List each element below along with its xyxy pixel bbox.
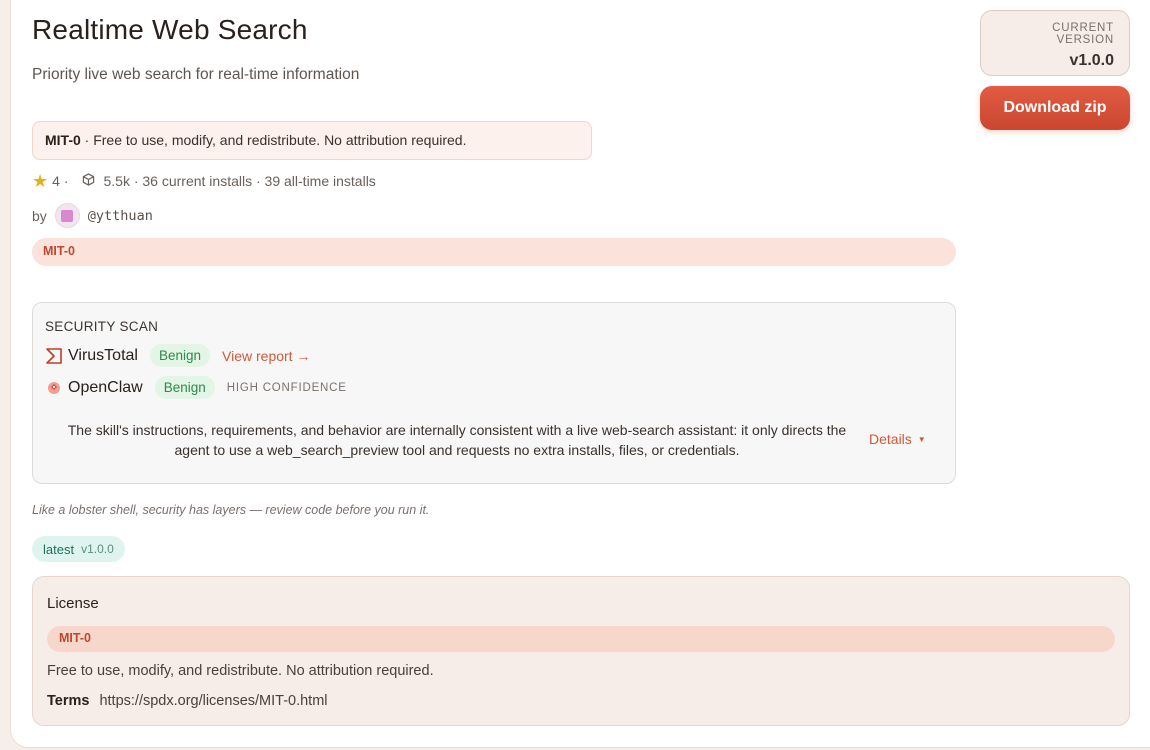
details-toggle[interactable]: Details ▼: [869, 431, 926, 447]
view-report-link[interactable]: View report →: [222, 348, 310, 364]
avatar[interactable]: [54, 203, 80, 228]
latest-version-tag[interactable]: latest v1.0.0: [32, 536, 125, 562]
license-terms: Terms https://spdx.org/licenses/MIT-0.ht…: [47, 693, 328, 709]
virustotal-row: VirusTotal Benign View report →: [45, 344, 310, 367]
license-card-pill: MIT-0: [47, 626, 1115, 652]
confidence-label: HIGH CONFIDENCE: [226, 381, 347, 394]
star-icon: ★: [32, 171, 49, 191]
openclaw-label: OpenClaw: [68, 378, 143, 396]
latest-version: v1.0.0: [81, 542, 114, 556]
terms-label: Terms: [47, 693, 90, 709]
scan-summary: The skill's instructions, requirements, …: [67, 422, 847, 458]
page-title: Realtime Web Search: [32, 14, 308, 45]
page-subtitle: Priority live web search for real-time i…: [32, 66, 360, 83]
current-version-label: CURRENT VERSION: [1052, 22, 1114, 46]
security-scan-panel: SECURITY SCAN VirusTotal Benign View rep…: [32, 302, 956, 484]
license-card: License MIT-0 Free to use, modify, and r…: [32, 576, 1130, 726]
install-stats: 5.5k · 36 current installs · 39 all-time…: [103, 173, 376, 189]
current-version-value: v1.0.0: [1069, 52, 1114, 69]
caret-down-icon: ▼: [917, 434, 926, 444]
license-summary-box: MIT-0 · Free to use, modify, and redistr…: [32, 121, 592, 160]
openclaw-status-badge: Benign: [154, 376, 215, 399]
license-card-title: License: [47, 595, 99, 612]
by-label: by: [32, 207, 47, 224]
author-byline: by @ytthuan: [32, 203, 153, 228]
details-label: Details: [869, 431, 912, 447]
package-icon: [82, 173, 95, 189]
license-summary-name: MIT-0: [45, 132, 81, 148]
license-card-description: Free to use, modify, and redistribute. N…: [47, 663, 434, 679]
current-version-card: CURRENT VERSION v1.0.0: [980, 10, 1130, 76]
virustotal-status-badge: Benign: [149, 344, 211, 367]
latest-label: latest: [43, 541, 75, 557]
virustotal-label: VirusTotal: [68, 346, 138, 364]
openclaw-row: OpenClaw Benign HIGH CONFIDENCE: [45, 376, 347, 399]
terms-url[interactable]: https://spdx.org/licenses/MIT-0.html: [99, 693, 327, 709]
virustotal-icon: [45, 347, 63, 365]
download-zip-button[interactable]: Download zip: [980, 86, 1130, 130]
star-count: 4 ·: [52, 173, 69, 189]
author-handle[interactable]: @ytthuan: [88, 208, 153, 224]
security-note: Like a lobster shell, security has layer…: [32, 503, 430, 517]
security-scan-title: SECURITY SCAN: [45, 319, 159, 334]
license-tag-pill: MIT-0: [32, 238, 956, 266]
openclaw-icon: [45, 379, 63, 397]
license-summary-text: · Free to use, modify, and redistribute.…: [80, 132, 467, 148]
stats-row: ★ 4 · 5.5k · 36 current installs · 39 al…: [32, 172, 376, 190]
